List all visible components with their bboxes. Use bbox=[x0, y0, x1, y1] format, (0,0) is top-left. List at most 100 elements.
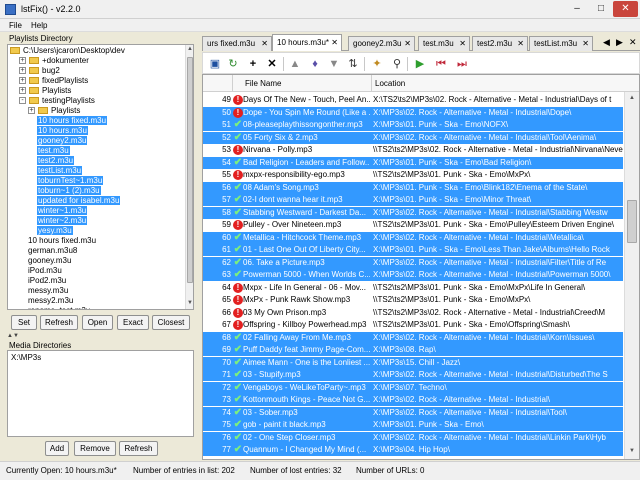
tree-folder[interactable]: + bug2 bbox=[19, 66, 60, 76]
tree-file[interactable]: iPod.m3u bbox=[28, 266, 62, 276]
scroll-down-icon[interactable]: ▼ bbox=[186, 299, 193, 308]
table-row[interactable]: 64! Mxpx - Life In General - 06 - Mov... \… bbox=[203, 282, 623, 294]
expand-icon[interactable]: + bbox=[19, 77, 26, 85]
next-icon[interactable]: ⏭ bbox=[454, 56, 470, 72]
table-row[interactable]: 70 ✔ Aimee Mann - One is the Lonliest ... X… bbox=[203, 356, 623, 369]
media-directories-list[interactable]: X:\MP3s bbox=[7, 350, 194, 437]
list-scrollbar[interactable]: ▲ ▼ bbox=[624, 92, 639, 459]
tab-gooney2[interactable]: gooney2.m3u ✕ bbox=[348, 36, 415, 51]
refresh-playlists-button[interactable]: Refresh bbox=[40, 315, 78, 330]
playlist-entries[interactable]: File Name Location ▲ ▼ 49! Days Of The Ne… bbox=[202, 74, 640, 460]
table-row[interactable]: 62 ✔ 06. Take a Picture.mp3 X:\MP3s\02. Roc… bbox=[203, 256, 623, 269]
maximize-icon[interactable]: □ bbox=[590, 1, 612, 17]
table-row[interactable]: 50! Dope - You Spin Me Round (Like a ... X… bbox=[203, 106, 623, 119]
sort-order-icon[interactable]: ⇅ bbox=[345, 56, 361, 72]
table-row[interactable]: 73 ✔ Kottonmouth Kings - Peace Not G... X:\… bbox=[203, 394, 623, 406]
table-row[interactable]: 56 ✔ 08 Adam's Song.mp3 X:\MP3s\01. Punk - … bbox=[203, 181, 623, 194]
tree-file[interactable]: german.m3u8 bbox=[28, 246, 77, 256]
refresh-media-button[interactable]: Refresh bbox=[119, 441, 158, 456]
add-media-button[interactable]: Add bbox=[45, 441, 69, 456]
tab-close-icon[interactable]: ✕ bbox=[517, 37, 524, 50]
tab-close-icon[interactable]: ✕ bbox=[331, 35, 338, 51]
table-row[interactable]: 61 ✔ 01 - Last One Out Of Liberty City... X… bbox=[203, 244, 623, 256]
tree-file[interactable]: toburn~1 (2).m3u bbox=[37, 186, 101, 196]
add-icon[interactable]: + bbox=[245, 56, 261, 72]
table-row[interactable]: 66! 03 My Own Prison.mp3 \\TS2\ts2\MP3s\02… bbox=[203, 307, 623, 319]
media-dir-item[interactable]: X:\MP3s bbox=[11, 353, 190, 362]
table-row[interactable]: 77 ✔ Quannum - I Changed My Mind (... X:\MP… bbox=[203, 444, 623, 456]
expand-icon[interactable]: + bbox=[28, 107, 35, 115]
tree-file[interactable]: 10 hours fixed.m3u bbox=[37, 116, 108, 126]
tabs-close-icon[interactable]: ✕ bbox=[629, 37, 637, 48]
tree-file[interactable]: updated for isabel.m3u bbox=[37, 196, 121, 206]
table-row[interactable]: 55! mxpx-responsibility-ego.mp3 \\TS2\ts2\… bbox=[203, 169, 623, 181]
tree-file[interactable]: 10 hours.m3u bbox=[37, 126, 88, 136]
tree-folder[interactable]: + Playlists bbox=[28, 106, 80, 116]
tree-file[interactable]: iPod2.m3u bbox=[28, 276, 66, 286]
tree-folder[interactable]: + +dokumenter bbox=[19, 56, 89, 66]
find-icon[interactable]: ⚲ bbox=[389, 56, 405, 72]
scroll-up-icon[interactable]: ▲ bbox=[625, 94, 639, 103]
table-row[interactable]: 58 ✔ Stabbing Westward - Darkest Da... X:\M… bbox=[203, 206, 623, 219]
column-file-name[interactable]: File Name bbox=[245, 79, 281, 88]
tab-test2[interactable]: test2.m3u ✕ bbox=[472, 36, 528, 51]
tab-close-icon[interactable]: ✕ bbox=[459, 37, 466, 50]
scroll-up-icon[interactable]: ▲ bbox=[186, 45, 193, 54]
save-icon[interactable]: ▣ bbox=[207, 56, 223, 72]
tree-scrollbar[interactable]: ▲ ▼ bbox=[185, 45, 193, 309]
tab-scroll-right-icon[interactable]: ▶ bbox=[616, 37, 623, 48]
table-row[interactable]: 65! MxPx - Punk Rawk Show.mp3 \\TS2\ts2\MP… bbox=[203, 294, 623, 306]
table-row[interactable]: 68 ✔ 02 Falling Away From Me.mp3 X:\MP3s\02… bbox=[203, 331, 623, 344]
tree-file[interactable]: test.m3u bbox=[37, 146, 70, 156]
magic-fix-icon[interactable]: ✦ bbox=[369, 56, 385, 72]
tree-file[interactable]: winter~2.m3u bbox=[37, 216, 88, 226]
tree-file[interactable]: yesy.m3u bbox=[37, 226, 73, 236]
exact-button[interactable]: Exact bbox=[117, 315, 149, 330]
tree-file[interactable]: gooney2.m3u bbox=[37, 136, 88, 146]
reload-icon[interactable]: ↻ bbox=[225, 56, 241, 72]
list-scroll-thumb[interactable] bbox=[627, 200, 637, 243]
table-row[interactable]: 76 ✔ 02 - One Step Closer.mp3 X:\MP3s\02. R… bbox=[203, 431, 623, 444]
sort-icon[interactable]: ♦ bbox=[307, 56, 323, 72]
tab-10-hours[interactable]: 10 hours.m3u* ✕ bbox=[272, 34, 342, 51]
table-row[interactable]: 59! Pulley - Over Nineteen.mp3 \\TS2\ts2\M… bbox=[203, 219, 623, 231]
tree-folder[interactable]: - testingPlaylists bbox=[19, 96, 95, 106]
expand-icon[interactable]: + bbox=[19, 87, 26, 95]
table-row[interactable]: 74 ✔ 03 - Sober.mp3 X:\MP3s\02. Rock - Alte… bbox=[203, 406, 623, 419]
table-row[interactable]: 54 ✔ Bad Religion - Leaders and Follow... X… bbox=[203, 156, 623, 169]
play-icon[interactable]: ▶ bbox=[412, 56, 428, 72]
set-button[interactable]: Set bbox=[11, 315, 37, 330]
tree-scroll-thumb[interactable] bbox=[187, 57, 193, 283]
tab-scroll-left-icon[interactable]: ◀ bbox=[603, 37, 610, 48]
tab-close-icon[interactable]: ✕ bbox=[261, 37, 268, 50]
tab-close-icon[interactable]: ✕ bbox=[404, 37, 411, 50]
playlists-tree[interactable]: rename_test.m3umessy2.m3umessy.m3uiPod2.… bbox=[7, 44, 194, 310]
table-row[interactable]: 75 ✔ gob - paint it black.mp3 X:\MP3s\01. P… bbox=[203, 419, 623, 431]
tab-urs-fixed[interactable]: urs fixed.m3u ✕ bbox=[202, 36, 272, 51]
tab-close-icon[interactable]: ✕ bbox=[582, 37, 589, 50]
move-up-icon[interactable]: ▲ bbox=[287, 56, 303, 72]
collapse-icon[interactable]: - bbox=[19, 97, 26, 105]
table-row[interactable]: 57 ✔ 02-I dont wanna hear it.mp3 X:\MP3s\01… bbox=[203, 194, 623, 206]
expand-icon[interactable]: + bbox=[19, 57, 26, 65]
tree-folder[interactable]: + Playlists bbox=[19, 86, 71, 96]
table-row[interactable]: 52 ✔ 05 Forty Six & 2.mp3 X:\MP3s\02. Rock … bbox=[203, 131, 623, 144]
move-down-icon[interactable]: ▼ bbox=[326, 56, 342, 72]
splitter-arrows-icon[interactable]: ▲▼ bbox=[7, 333, 19, 339]
minimize-icon[interactable]: – bbox=[566, 1, 588, 17]
table-row[interactable]: 67! Offspring - Killboy Powerhead.mp3 \\TS… bbox=[203, 319, 623, 331]
table-row[interactable]: 63 ✔ Powerman 5000 - When Worlds C... X:\MP… bbox=[203, 269, 623, 281]
close-icon[interactable]: ✕ bbox=[613, 1, 638, 17]
open-button[interactable]: Open bbox=[82, 315, 113, 330]
tree-file[interactable]: winter~1.m3u bbox=[37, 206, 88, 216]
table-row[interactable]: 49! Days Of The New - Touch, Peel An... X:… bbox=[203, 94, 623, 106]
tab-testlist[interactable]: testList.m3u ✕ bbox=[529, 36, 593, 51]
tree-file[interactable]: messy2.m3u bbox=[28, 296, 73, 306]
expand-icon[interactable]: + bbox=[19, 67, 26, 75]
menu-file[interactable]: File bbox=[9, 21, 22, 30]
previous-icon[interactable]: ⏮ bbox=[433, 56, 449, 72]
closest-button[interactable]: Closest bbox=[152, 315, 190, 330]
tree-folder[interactable]: C:\Users\jcaron\Desktop\dev bbox=[10, 46, 125, 56]
tree-file[interactable]: test2.m3u bbox=[37, 156, 75, 166]
tree-file[interactable]: toburnTest~1.m3u bbox=[37, 176, 104, 186]
